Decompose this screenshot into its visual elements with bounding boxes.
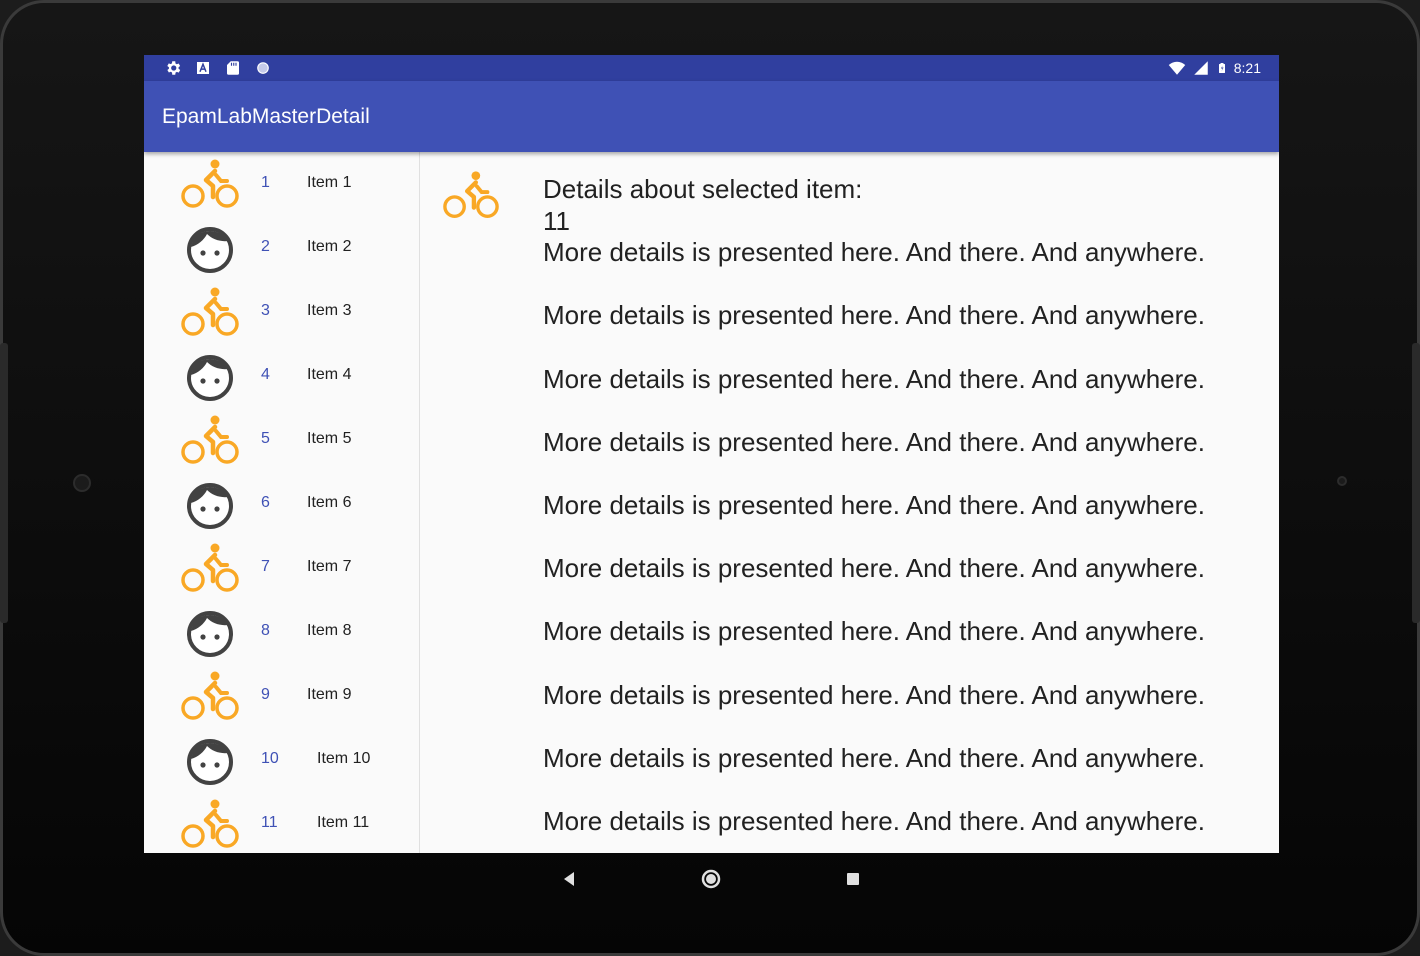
list-item[interactable]: 11 Item 11: [144, 792, 419, 853]
side-button: [1412, 343, 1420, 623]
sd-card-icon: [227, 61, 239, 75]
list-item[interactable]: 1 Item 1: [144, 152, 419, 216]
detail-line: More details is presented here. And ther…: [543, 363, 1205, 394]
item-list: 1 Item 1 2 Item 2 3 Item 3 4 Item 4 5 It…: [144, 152, 420, 853]
item-number: 2: [261, 238, 270, 255]
item-label: Item 6: [307, 494, 352, 511]
list-item[interactable]: 9 Item 9: [144, 664, 419, 728]
item-number: 5: [261, 430, 270, 447]
home-icon[interactable]: [700, 868, 722, 890]
detail-line: [543, 648, 1263, 680]
item-number: 10: [261, 750, 279, 767]
detail-line: More details is presented here. And ther…: [543, 742, 1205, 773]
list-item[interactable]: 3 Item 3: [144, 280, 419, 344]
status-bar: 8:21: [144, 55, 1279, 81]
list-item[interactable]: 6 Item 6: [144, 472, 419, 536]
list-item[interactable]: 8 Item 8: [144, 600, 419, 664]
detail-line: More details is presented here. And ther…: [543, 426, 1205, 457]
item-label: Item 3: [307, 302, 352, 319]
bike-icon: [181, 543, 239, 592]
detail-heading: Details about selected item:: [543, 174, 863, 204]
item-label: Item 2: [307, 238, 352, 255]
detail-line: [543, 395, 1263, 427]
item-number: 7: [261, 558, 270, 575]
font-icon: [197, 62, 209, 74]
item-label: Item 5: [307, 430, 352, 447]
list-item[interactable]: 7 Item 7: [144, 536, 419, 600]
item-number: 3: [261, 302, 270, 319]
detail-line: [543, 522, 1263, 554]
detail-text: Details about selected item: 11 More det…: [543, 174, 1263, 837]
app-title: EpamLabMasterDetail: [162, 105, 370, 128]
item-number: 1: [261, 174, 270, 191]
detail-line: More details is presented here. And ther…: [543, 679, 1205, 710]
detail-line: [543, 711, 1263, 743]
detail-line: More details is presented here. And ther…: [543, 553, 1205, 584]
detail-item-id: 11: [543, 205, 570, 236]
item-label: Item 11: [317, 814, 370, 831]
detail-line: More details is presented here. And ther…: [543, 300, 1205, 331]
list-item[interactable]: 10 Item 10: [144, 728, 419, 792]
battery-icon: [1218, 63, 1225, 73]
recents-icon[interactable]: [843, 869, 863, 889]
detail-line: More details is presented here. And ther…: [543, 805, 1205, 836]
settings-icon: [167, 61, 181, 75]
status-time: 8:21: [1233, 60, 1261, 76]
detail-line: More details is presented here. And ther…: [543, 616, 1205, 647]
item-label: Item 10: [317, 750, 371, 767]
side-button: [0, 343, 8, 623]
sync-circle-icon: [257, 62, 269, 74]
back-icon[interactable]: [560, 869, 580, 889]
bike-icon: [181, 671, 239, 720]
item-number: 11: [261, 814, 278, 831]
detail-line: [543, 774, 1263, 806]
camera: [73, 474, 91, 492]
item-number: 8: [261, 622, 270, 639]
app-bar: EpamLabMasterDetail: [144, 81, 1279, 152]
detail-line: [543, 585, 1263, 617]
face-icon: [187, 739, 233, 785]
list-item[interactable]: 2 Item 2: [144, 216, 419, 280]
item-label: Item 7: [307, 558, 352, 575]
bike-icon: [181, 287, 239, 336]
face-icon: [187, 611, 233, 657]
item-label: Item 1: [307, 174, 352, 191]
item-label: Item 9: [307, 686, 352, 703]
signal-icon: [1194, 61, 1208, 75]
detail-line: More details is presented here. And ther…: [543, 237, 1205, 268]
sensor: [1337, 476, 1347, 486]
item-label: Item 8: [307, 622, 352, 639]
item-number: 4: [261, 366, 270, 383]
wifi-icon: [1168, 61, 1185, 75]
bike-icon: [181, 415, 239, 464]
bike-icon: [443, 171, 499, 218]
list-item[interactable]: 5 Item 5: [144, 408, 419, 472]
item-label: Item 4: [307, 366, 352, 383]
face-icon: [187, 227, 233, 273]
list-item[interactable]: 4 Item 4: [144, 344, 419, 408]
detail-line: [543, 269, 1263, 301]
navigation-bar: [144, 853, 1279, 905]
face-icon: [187, 483, 233, 529]
device-screen: 8:21 EpamLabMasterDetail 1 Item 1 2 Item…: [144, 55, 1279, 853]
detail-line: [543, 332, 1263, 364]
item-number: 9: [261, 686, 270, 703]
bike-icon: [181, 159, 239, 208]
item-number: 6: [261, 494, 270, 511]
detail-line: More details is presented here. And ther…: [543, 489, 1205, 520]
detail-pane: Details about selected item: 11 More det…: [420, 152, 1279, 853]
detail-line: [543, 458, 1263, 490]
bike-icon: [181, 799, 239, 848]
face-icon: [187, 355, 233, 401]
